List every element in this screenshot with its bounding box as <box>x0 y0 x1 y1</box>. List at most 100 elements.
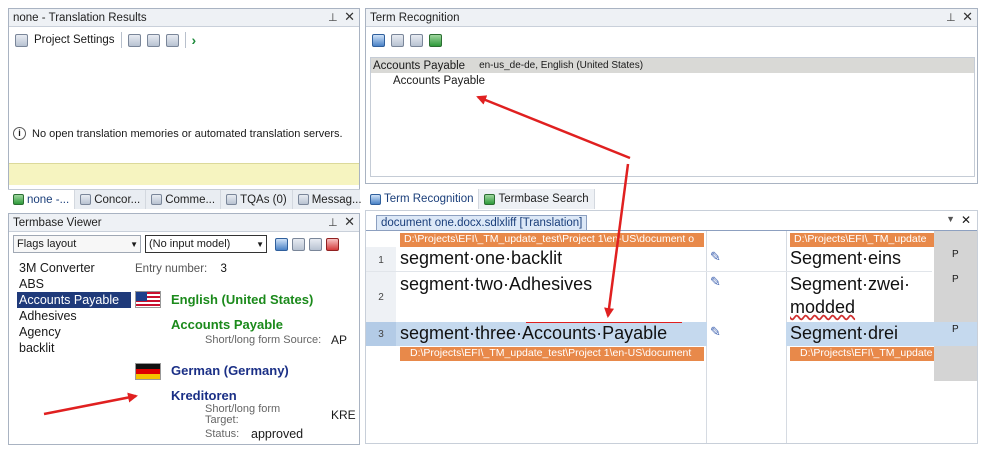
term-list-item-selected[interactable]: Accounts Payable <box>17 292 131 308</box>
translation-results-message-row: i No open translation memories or automa… <box>13 127 343 140</box>
close-icon[interactable]: ✕ <box>962 10 973 24</box>
tab-comments[interactable]: Comme... <box>146 190 222 209</box>
termbase-viewer-title-bar: Termbase Viewer ⊣ ✕ <box>9 214 359 232</box>
translation-results-toolbar: Project Settings › <box>9 27 359 53</box>
source-field-value: AP <box>331 333 348 347</box>
termbase-icon[interactable] <box>429 33 442 47</box>
term-recognition-header-row[interactable]: Accounts Payable en-us_de-de, English (U… <box>371 58 974 73</box>
edit-icon[interactable] <box>275 237 288 251</box>
term-list-item[interactable]: Adhesives <box>17 308 137 324</box>
tab-termbase-search[interactable]: Termbase Search <box>479 189 595 209</box>
source-segment[interactable]: segment·three·Accounts·Payable <box>400 323 667 344</box>
term-list-item[interactable]: backlit <box>17 340 137 356</box>
term-recognition-title: Term Recognition <box>370 11 460 24</box>
source-segment[interactable]: segment·one·backlit <box>400 248 562 269</box>
tab-label: Term Recognition <box>384 193 474 205</box>
save-icon[interactable] <box>292 237 305 251</box>
segment-status: P <box>952 249 959 260</box>
target-language-label: German (Germany) <box>171 363 289 378</box>
view-icon[interactable] <box>410 33 423 47</box>
target-segment[interactable]: Segment·zwei· <box>790 274 910 295</box>
us-flag-icon <box>135 291 161 308</box>
project-settings-button[interactable]: Project Settings <box>34 34 115 46</box>
insert-term-icon[interactable] <box>391 33 404 47</box>
input-model-select[interactable]: (No input model) ▼ <box>145 235 267 253</box>
term-recognition-title-bar: Term Recognition ⊣ ✕ <box>366 9 977 27</box>
tab-label: none -... <box>27 193 70 206</box>
chevron-down-icon[interactable]: ▼ <box>946 214 955 224</box>
term-recognition-result-term[interactable]: Accounts Payable <box>371 73 974 87</box>
pencil-icon: ✎ <box>710 324 721 339</box>
term-list-item[interactable]: 3M Converter <box>17 260 137 276</box>
target-segment-continued[interactable]: modded <box>790 297 855 318</box>
document-tab[interactable]: document one.docx.sdlxliff [Translation] <box>376 215 588 230</box>
target-segment[interactable]: Segment·drei <box>790 323 898 344</box>
info-icon: i <box>13 127 26 140</box>
tab-messages[interactable]: Messag... <box>293 190 368 209</box>
layout-select[interactable]: Flags layout ▼ <box>13 235 141 253</box>
tab-label: TQAs (0) <box>240 193 287 206</box>
tab-term-recognition[interactable]: Term Recognition <box>365 189 480 209</box>
segment-row[interactable]: 2 segment·two·Adhesives Segment·zwei· mo… <box>366 272 977 322</box>
entry-number-row: Entry number: 3 <box>135 263 227 275</box>
tab-label: Comme... <box>165 193 216 206</box>
search-icon[interactable] <box>372 33 385 47</box>
segment-number: 3 <box>366 322 396 346</box>
settings-icon[interactable] <box>15 33 28 47</box>
translation-results-info-strip <box>9 163 359 185</box>
close-icon[interactable]: ✕ <box>961 213 971 227</box>
pin-icon[interactable]: ⊣ <box>942 12 956 22</box>
termbase-viewer-title: Termbase Viewer <box>13 216 102 229</box>
target-segment[interactable]: Segment·eins <box>790 248 901 269</box>
status-label: Status: <box>205 428 240 440</box>
tab-tqas[interactable]: TQAs (0) <box>221 190 293 209</box>
entry-number-label: Entry number: <box>135 263 208 275</box>
chevron-down-icon: ▼ <box>256 239 264 249</box>
input-model-select-value: (No input model) <box>149 238 231 250</box>
target-field-value: KRE <box>331 408 356 422</box>
term-recognition-tab-strip: Term Recognition Termbase Search <box>365 189 978 209</box>
term-recognition-results: Accounts Payable en-us_de-de, English (U… <box>370 57 975 177</box>
layout-select-value: Flags layout <box>17 238 77 250</box>
delete-icon[interactable] <box>326 237 339 251</box>
tab-concordance[interactable]: Concor... <box>75 190 147 209</box>
status-value: approved <box>251 427 304 441</box>
translation-results-icon <box>13 194 24 205</box>
close-icon[interactable]: ✕ <box>344 215 355 229</box>
segment-status: P <box>952 274 959 285</box>
pin-icon[interactable]: ⊣ <box>324 217 338 227</box>
pin-icon[interactable]: ⊣ <box>324 12 338 22</box>
entry-number-value: 3 <box>220 263 227 275</box>
recognized-term-languages: en-us_de-de, English (United States) <box>479 60 644 71</box>
toolbar-separator <box>184 32 186 48</box>
tab-translation-results[interactable]: none -... <box>8 190 76 209</box>
term-recognition-toolbar <box>366 27 977 53</box>
german-flag-icon <box>135 363 161 380</box>
term-list-item[interactable]: Agency <box>17 324 137 340</box>
source-path-tag-closing: D:\Projects\EFI\_TM_update_test\Project … <box>400 347 704 361</box>
close-icon[interactable]: ✕ <box>344 10 355 24</box>
term-list-item[interactable]: ABS <box>17 276 137 292</box>
active-segment-row[interactable]: 3 segment·three·Accounts·Payable Segment… <box>366 322 977 346</box>
tqa-icon <box>226 194 238 205</box>
target-path-tag: D:\Projects\EFI\_TM_update <box>790 233 934 247</box>
recognized-term: Accounts Payable <box>373 59 466 72</box>
translation-results-pane: none - Translation Results ⊣ ✕ Project S… <box>8 8 360 208</box>
move-down-icon[interactable] <box>165 33 179 47</box>
term-recognition-icon <box>370 193 381 205</box>
pencil-icon: ✎ <box>710 249 721 264</box>
chevron-right-icon[interactable]: › <box>192 32 197 48</box>
source-segment[interactable]: segment·two·Adhesives <box>400 274 592 295</box>
document-tab-label: document one.docx.sdlxliff [Translation] <box>381 217 583 229</box>
copy-icon[interactable] <box>309 237 322 251</box>
move-up-icon[interactable] <box>146 33 160 47</box>
editor-pane: document one.docx.sdlxliff [Translation]… <box>365 210 978 444</box>
toolbar-separator <box>120 32 122 48</box>
target-term: Kreditoren <box>171 388 237 403</box>
bottom-tab-strip: none -... Concor... Comme... TQAs (0) Me… <box>8 189 368 209</box>
comments-icon <box>151 194 163 205</box>
source-term: Accounts Payable <box>171 317 283 332</box>
source-language-label: English (United States) <box>171 292 314 307</box>
segment-row[interactable]: 1 segment·one·backlit Segment·eins ✎ P <box>366 247 977 271</box>
apply-translation-icon[interactable] <box>127 33 141 47</box>
